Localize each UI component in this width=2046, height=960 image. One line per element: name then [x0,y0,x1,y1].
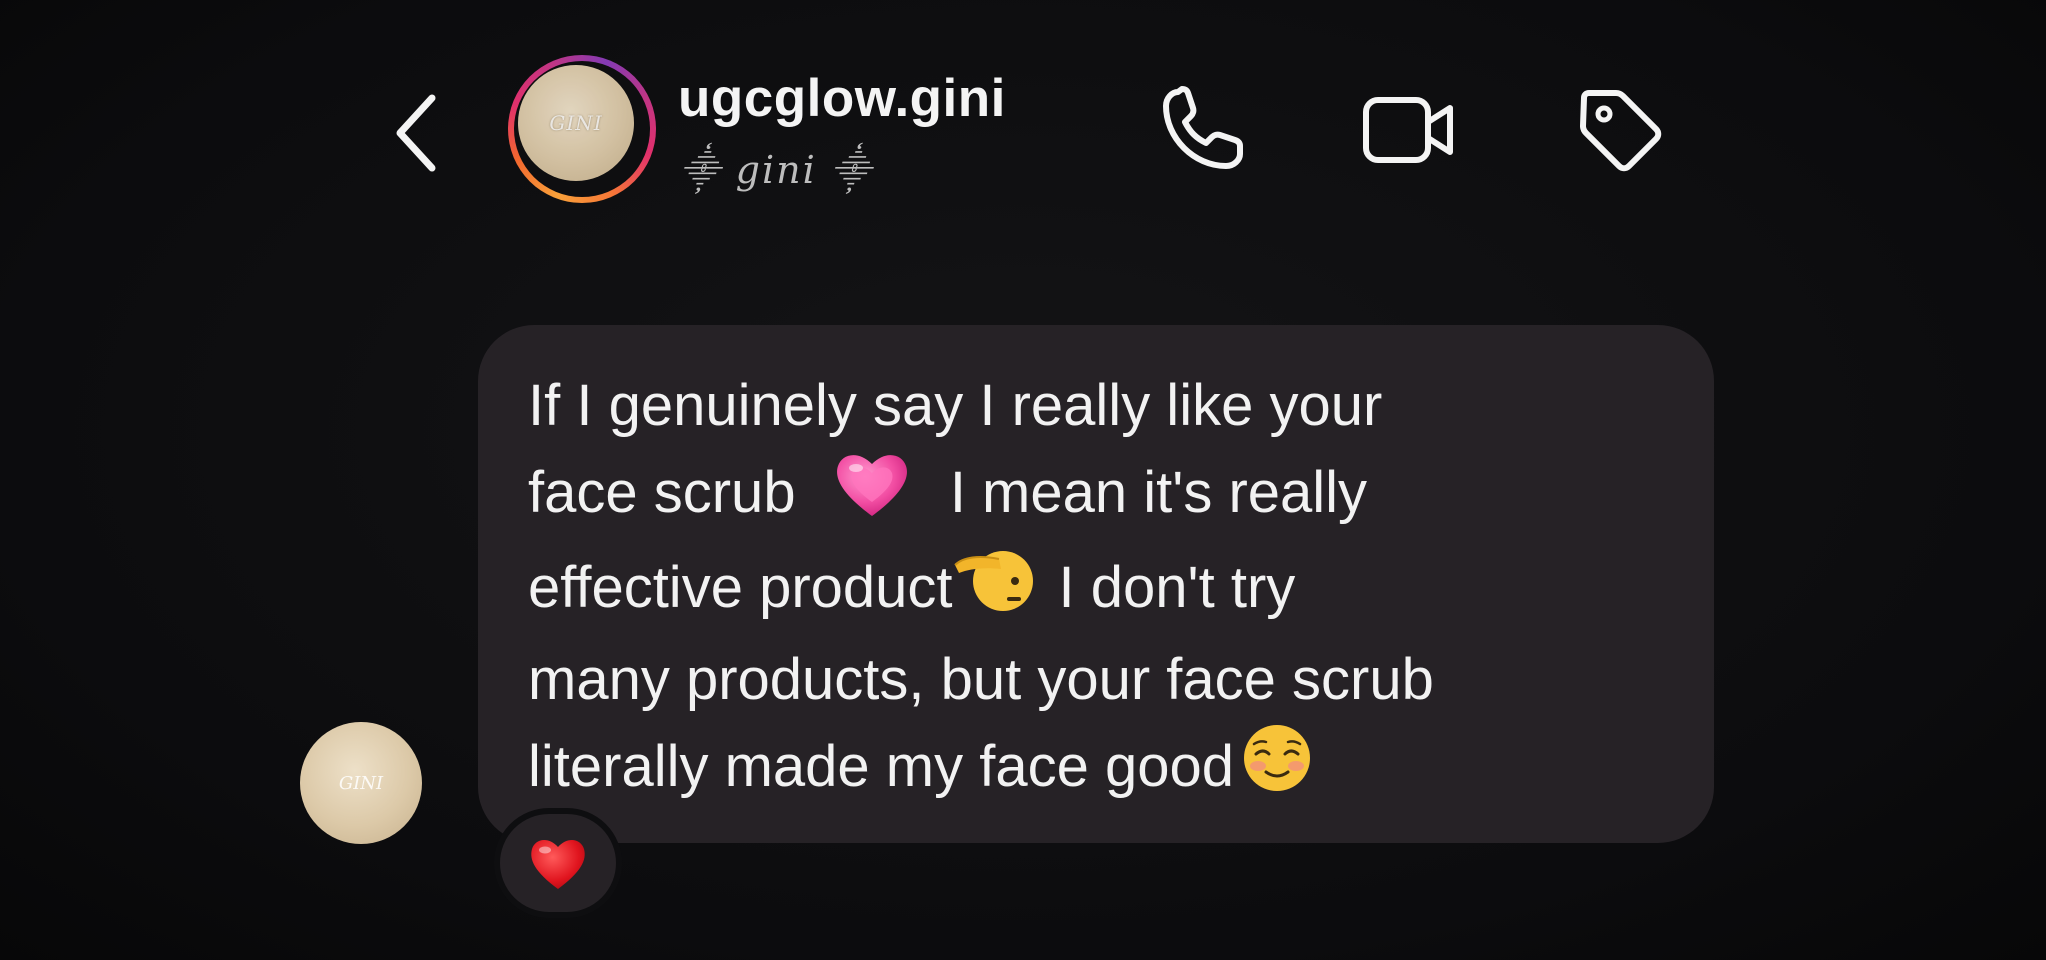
message-line: face scrub I mean it's really [528,448,1688,543]
tag-button[interactable] [1572,82,1668,178]
message-line: effective product I don't try [528,543,1688,638]
red-heart-emoji [531,840,585,889]
sender-avatar[interactable]: GINI [300,722,422,844]
saluting-face-emoji [953,543,1039,638]
growing-heart-emoji [832,448,912,543]
chat-username[interactable]: ugcglow.gini [678,68,1006,129]
avatar-logo-text: GINI [549,111,603,135]
message-reaction[interactable] [494,808,622,918]
smiling-face-emoji [1234,722,1320,817]
back-chevron-icon [396,94,436,172]
back-button[interactable] [390,88,450,178]
video-camera-icon [1363,97,1453,163]
video-call-button[interactable] [1360,82,1460,178]
chat-header: GINI ugcglow.gini ⸎ gini ⸎ [0,0,2046,260]
sender-avatar-logo-text: GINI [338,772,384,794]
chat-display-name: ⸎ gini ⸎ [680,148,873,192]
message-line: many products, but your face scrub [528,647,1434,712]
audio-call-button[interactable] [1154,82,1250,178]
message-line: If I genuinely say I really like your [528,373,1383,438]
tag-icon [1580,90,1662,172]
profile-avatar[interactable]: GINI [508,55,656,203]
message-line: literally made my face good [528,722,1688,817]
message-text: If I genuinely say I really like your fa… [528,364,1688,817]
phone-icon [1163,86,1243,169]
avatar-image: GINI [518,65,634,181]
